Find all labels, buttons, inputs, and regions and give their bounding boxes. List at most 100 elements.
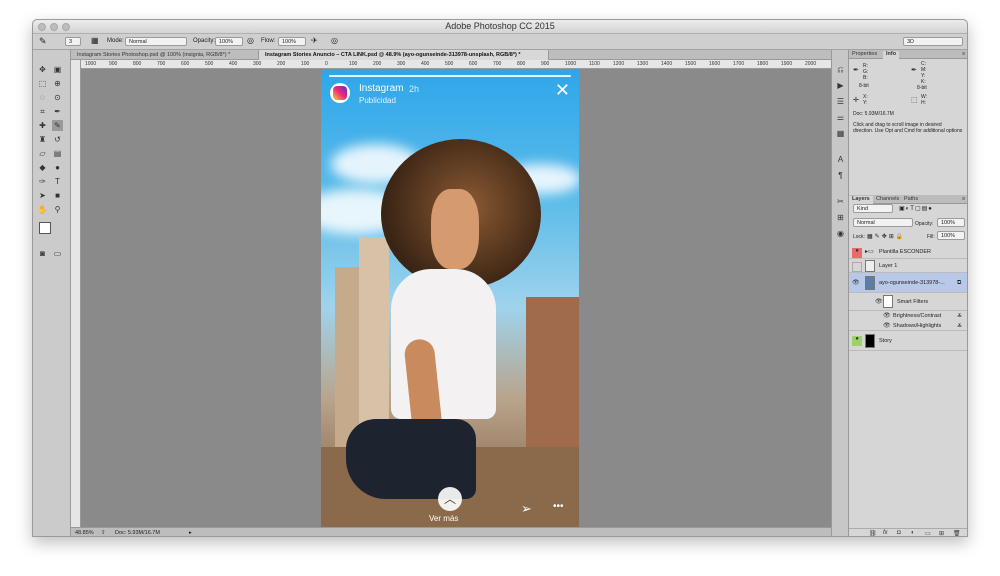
clone-source-icon[interactable]: ⊞ xyxy=(835,212,846,223)
eyedropper-tool-icon[interactable]: ✒ xyxy=(52,106,63,117)
filter-row[interactable]: 👁 Shadows/Highlights ≚ xyxy=(849,321,967,331)
hand-tool-icon[interactable]: ✋ xyxy=(37,204,48,215)
canvas-area[interactable]: Instagram 2h Publicidad ✕ ︿ Ver más ➢ ••… xyxy=(81,69,831,527)
new-layer-icon[interactable]: ⊞ xyxy=(939,530,944,536)
opacity-input[interactable]: 100% xyxy=(215,37,243,46)
artboard-tool-icon[interactable]: ▣ xyxy=(52,64,63,75)
workspace-select[interactable]: 3D xyxy=(903,37,963,46)
visibility-eye-icon[interactable]: 👁 xyxy=(883,322,891,329)
adjustment-icon[interactable]: ◐ xyxy=(911,530,915,536)
character-icon[interactable]: A xyxy=(835,154,846,165)
zoom-in-tool-icon[interactable]: ⊕ xyxy=(52,78,63,89)
screen-mode-icon[interactable]: ▭ xyxy=(52,248,63,259)
filter-options-icon[interactable]: ≚ xyxy=(957,313,962,320)
swatches-icon[interactable]: ▦ xyxy=(835,128,846,139)
visibility-eye-icon[interactable]: 👁 xyxy=(875,298,883,305)
flow-input[interactable]: 100% xyxy=(278,37,306,46)
zoom-level[interactable]: 48.85% xyxy=(75,530,94,536)
zoom-tool-icon[interactable]: ⚲ xyxy=(52,204,63,215)
tab-stories-anuncio[interactable]: Instagram Stories Anuncio – CTA LINK.psd… xyxy=(259,50,549,60)
visibility-eye-icon[interactable]: 👁 xyxy=(883,312,891,319)
brush-tool-icon[interactable]: ✎ xyxy=(52,120,63,131)
mode-select[interactable]: Normal xyxy=(125,37,187,46)
visibility-eye-icon[interactable]: ● xyxy=(852,248,862,258)
smart-filters-row[interactable]: 👁 Smart Filters xyxy=(849,293,967,311)
properties-icon[interactable]: ⚌ xyxy=(835,112,846,123)
brush-icon[interactable]: ✎ xyxy=(39,36,47,47)
link-icon[interactable]: ⛓ xyxy=(869,530,877,536)
chevron-up-icon[interactable]: ︿ xyxy=(438,487,462,511)
tab-stories-photoshop[interactable]: Instagram Stories Photoshop.psd @ 100% (… xyxy=(71,50,259,60)
brush-panel-icon[interactable]: ▦ xyxy=(91,36,99,45)
filter-icons[interactable]: ▣◐T▢▤● xyxy=(899,205,933,212)
layer-filter-select[interactable]: Kind xyxy=(853,204,893,213)
marquee-tool-icon[interactable]: ⬚ xyxy=(37,78,48,89)
actions-play-icon[interactable]: ▶ xyxy=(835,80,846,91)
panel-menu-icon[interactable]: ≡ xyxy=(959,51,967,57)
visibility-eye-icon[interactable]: ● xyxy=(852,336,862,346)
status-menu-arrow-icon[interactable]: ▸ xyxy=(189,530,192,536)
history-icon[interactable]: ⎌ xyxy=(835,64,846,75)
adjust-icon[interactable]: ☰ xyxy=(835,96,846,107)
story-account-name[interactable]: Instagram xyxy=(359,83,403,94)
layer-row[interactable]: ● Story xyxy=(849,331,967,351)
send-icon[interactable]: ➢ xyxy=(521,501,532,517)
blend-mode-select[interactable]: Normal xyxy=(853,218,913,227)
lock-icons[interactable]: ▦✎✥⊞🔒 xyxy=(867,233,905,240)
tab-properties[interactable]: Properties xyxy=(849,51,880,57)
visibility-eye-icon[interactable] xyxy=(852,262,862,272)
layer-row-selected[interactable]: 👁 ayo-ogunseinde-313978-... ⧉ xyxy=(849,273,967,293)
fx-icon[interactable]: fx xyxy=(883,530,888,536)
tab-channels[interactable]: Channels xyxy=(873,196,902,202)
quick-select-icon[interactable]: ⊙ xyxy=(52,92,63,103)
layer-row[interactable]: ● ▸▭ Plantilla ESCONDER xyxy=(849,245,967,259)
pen-tool-icon[interactable]: ✑ xyxy=(37,176,48,187)
move-tool-icon[interactable]: ✥ xyxy=(37,64,48,75)
tools-icon[interactable]: ✂ xyxy=(835,196,846,207)
tab-layers[interactable]: Layers xyxy=(849,196,873,204)
filter-row[interactable]: 👁 Brightness/Contrast ≚ xyxy=(849,311,967,321)
shape-tool-icon[interactable]: ■ xyxy=(52,190,63,201)
fill-input[interactable]: 100% xyxy=(937,231,965,240)
see-more-cta[interactable]: Ver más xyxy=(429,514,458,523)
quick-mask-icon[interactable]: ◙ xyxy=(37,248,48,259)
visibility-eye-icon[interactable]: 👁 xyxy=(852,279,860,286)
history-brush-icon[interactable]: ↺ xyxy=(52,134,63,145)
layers-menu-icon[interactable]: ≡ xyxy=(959,196,967,202)
share-icon[interactable]: ⇪ xyxy=(101,530,106,536)
layer-opacity-input[interactable]: 100% xyxy=(937,218,965,227)
trash-icon[interactable]: 🗑 xyxy=(953,530,961,536)
ruler-tick-label: 300 xyxy=(253,61,262,67)
healing-tool-icon[interactable]: ✚ xyxy=(37,120,48,131)
more-options-icon[interactable]: ••• xyxy=(553,501,564,512)
document-tabs: Instagram Stories Photoshop.psd @ 100% (… xyxy=(71,50,831,60)
vertical-ruler[interactable] xyxy=(71,60,81,530)
type-tool-icon[interactable]: T xyxy=(52,176,63,187)
layer-row[interactable]: Layer 1 xyxy=(849,259,967,273)
brush-preset-icon[interactable]: ◉ xyxy=(835,228,846,239)
pressure-opacity-icon[interactable]: ◎ xyxy=(247,36,254,45)
tab-info[interactable]: Info xyxy=(883,51,900,59)
crop-tool-icon[interactable]: ⌗ xyxy=(37,106,48,117)
blur-tool-icon[interactable]: ◆ xyxy=(37,162,48,173)
path-select-icon[interactable]: ➤ xyxy=(37,190,48,201)
brush-size-picker[interactable]: 3 xyxy=(65,37,81,46)
dodge-tool-icon[interactable]: ● xyxy=(52,162,63,173)
tab-paths[interactable]: Paths xyxy=(901,196,921,202)
stamp-tool-icon[interactable]: ♜ xyxy=(37,134,48,145)
folder-icon[interactable]: ▭ xyxy=(925,530,931,536)
lasso-tool-icon[interactable]: ◌ xyxy=(37,92,48,103)
window-title: Adobe Photoshop CC 2015 xyxy=(445,21,555,31)
filter-options-icon[interactable]: ≚ xyxy=(957,323,962,330)
airbrush-icon[interactable]: ✈ xyxy=(311,36,318,45)
foreground-color-swatch[interactable] xyxy=(39,222,51,234)
horizontal-ruler[interactable]: 1000 900 800 700 600 500 400 300 200 100 0 100 200 30… xyxy=(81,60,831,69)
gradient-tool-icon[interactable]: ▤ xyxy=(52,148,63,159)
eraser-tool-icon[interactable]: ▱ xyxy=(37,148,48,159)
close-icon[interactable]: ✕ xyxy=(555,81,570,99)
instagram-story-artwork[interactable]: Instagram 2h Publicidad ✕ ︿ Ver más ➢ ••… xyxy=(321,69,579,527)
mask-icon[interactable]: ◘ xyxy=(897,530,901,536)
paragraph-icon[interactable]: ¶ xyxy=(835,170,846,181)
pressure-size-icon[interactable]: ◎ xyxy=(331,36,338,45)
ruler-tick-label: 1700 xyxy=(733,61,745,67)
